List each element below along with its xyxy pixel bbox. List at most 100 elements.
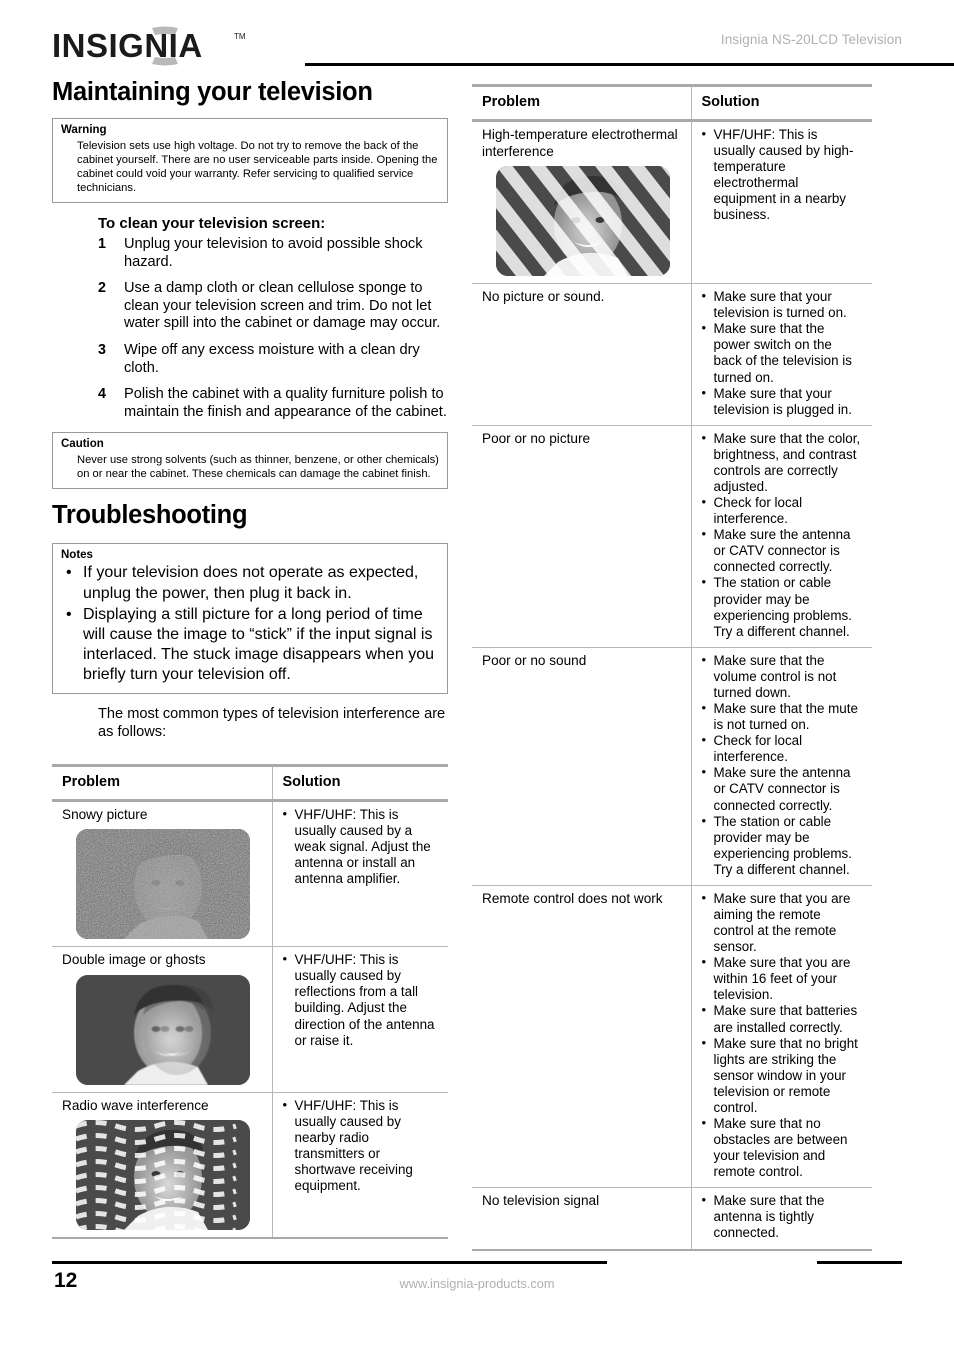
insignia-logo: INSIGNIA TM bbox=[52, 26, 257, 66]
problem-cell: Radio wave interference bbox=[52, 1092, 272, 1240]
troubleshooting-table: Problem Solution High-temperature electr… bbox=[472, 84, 872, 1251]
bullet-icon: • bbox=[701, 732, 707, 748]
solution-text: VHF/UHF: This is usually caused by a wea… bbox=[294, 806, 431, 886]
page-title: Maintaining your television bbox=[52, 78, 373, 106]
bullet-icon: • bbox=[701, 812, 707, 828]
step-number: 2 bbox=[98, 280, 106, 297]
solution-item: • Make sure the antenna or CATV connecto… bbox=[701, 526, 863, 575]
caution-label: Caution bbox=[61, 437, 104, 450]
bullet-icon: • bbox=[701, 429, 707, 445]
table-row: Poor or no picture • Make sure that the … bbox=[472, 425, 872, 648]
solution-item: • Make sure that the mute is not turned … bbox=[701, 700, 863, 733]
double-image-figure bbox=[76, 974, 250, 1085]
note-text: Displaying a still picture for a long pe… bbox=[83, 605, 435, 684]
solution-text: Make sure that the volume control is not… bbox=[713, 652, 837, 700]
bullet-icon: • bbox=[701, 889, 707, 905]
solution-cell: • Make sure that you are aiming the remo… bbox=[690, 885, 872, 1189]
solution-cell: • Make sure that the antenna is tightly … bbox=[690, 1187, 872, 1251]
step-text: Use a damp cloth or clean cellulose spon… bbox=[124, 280, 441, 332]
table-header-row: Problem Solution bbox=[472, 84, 872, 122]
problem-cell: No television signal bbox=[472, 1187, 691, 1251]
solution-text: The station or cable provider may be exp… bbox=[713, 575, 852, 639]
column-header-solution: Solution bbox=[271, 763, 448, 802]
table-row: High-temperature electrothermal interfer… bbox=[472, 120, 872, 285]
solution-cell: • VHF/UHF: This is usually caused by ref… bbox=[271, 946, 448, 1093]
note-text: If your television does not operate as e… bbox=[83, 564, 419, 602]
bullet-icon: • bbox=[701, 526, 707, 542]
table-row: Snowy picture • VHF/UHF: This is usually… bbox=[52, 800, 448, 948]
note-item: • If your television does not operate as… bbox=[61, 563, 439, 603]
bullet-icon: • bbox=[701, 1002, 707, 1018]
problem-cell: Double image or ghosts bbox=[52, 946, 272, 1093]
solution-text: Make sure that the color, brightness, an… bbox=[713, 430, 861, 495]
problem-cell: Remote control does not work bbox=[472, 885, 691, 1189]
intro-paragraph: The most common types of television inte… bbox=[98, 706, 446, 740]
troubleshooting-title: Troubleshooting bbox=[52, 500, 248, 529]
solution-text: Make sure that you are aiming the remote… bbox=[713, 890, 851, 955]
table-row: Poor or no sound • Make sure that the vo… bbox=[472, 647, 872, 886]
footer-rule-left bbox=[52, 1261, 607, 1264]
solution-item: • Make sure that the color, brightness, … bbox=[701, 429, 863, 495]
problem-text: No television signal bbox=[482, 1193, 600, 1209]
solution-list: • Make sure that the antenna is tightly … bbox=[702, 1192, 863, 1241]
problem-text: Remote control does not work bbox=[482, 890, 663, 906]
solution-item: • Make sure the antenna or CATV connecto… bbox=[702, 764, 863, 813]
step-text: Polish the cabinet with a quality furnit… bbox=[124, 386, 447, 421]
solution-item: • Check for local interference. bbox=[701, 494, 863, 527]
solution-text: Make sure that the antenna is tightly co… bbox=[713, 1193, 825, 1241]
solution-item: • VHF/UHF: This is usually caused by hig… bbox=[702, 126, 863, 223]
solution-cell: • Make sure that your television is turn… bbox=[690, 283, 872, 426]
bullet-icon: • bbox=[282, 951, 288, 967]
solution-item: • Check for local interference. bbox=[701, 732, 863, 765]
solution-cell: • Make sure that the color, brightness, … bbox=[690, 425, 872, 648]
table-row: Radio wave interference • VHF/UHF: This … bbox=[52, 1092, 448, 1240]
problem-text: Radio wave interference bbox=[62, 1097, 209, 1113]
table-row: No television signal • Make sure that th… bbox=[472, 1187, 872, 1251]
solution-text: VHF/UHF: This is usually caused by high-… bbox=[713, 127, 854, 223]
solution-text: VHF/UHF: This is usually caused by nearb… bbox=[294, 1097, 413, 1194]
bullet-icon: • bbox=[701, 1114, 707, 1130]
problem-text: No picture or sound. bbox=[482, 289, 605, 305]
solution-list: • Make sure that the volume control is n… bbox=[701, 651, 863, 878]
table-header-row: Problem Solution bbox=[52, 763, 448, 802]
solution-text: Make sure that your television is turned… bbox=[713, 289, 847, 321]
step-number: 1 bbox=[98, 235, 106, 252]
solution-cell: • VHF/UHF: This is usually caused by a w… bbox=[271, 800, 448, 948]
solution-list: • VHF/UHF: This is usually caused by nea… bbox=[283, 1097, 439, 1194]
bullet-icon: • bbox=[701, 494, 707, 510]
right-column: Problem Solution High-temperature electr… bbox=[472, 84, 872, 1251]
problem-cell: Poor or no picture bbox=[472, 425, 691, 648]
solution-text: Make sure that batteries are installed c… bbox=[713, 1003, 858, 1035]
solution-cell: • VHF/UHF: This is usually caused by nea… bbox=[271, 1092, 448, 1240]
solution-text: Make sure that the mute is not turned on… bbox=[713, 701, 858, 733]
page-footer: 12 www.insignia-products.com bbox=[52, 1261, 902, 1303]
problem-text: Poor or no sound bbox=[482, 652, 587, 668]
notes-list: • If your television does not operate as… bbox=[61, 563, 439, 685]
bullet-icon: • bbox=[701, 651, 707, 667]
bullet-icon: • bbox=[66, 564, 72, 582]
left-column: Maintaining your television Warning Tele… bbox=[52, 78, 448, 1240]
procedure-step: 4 Polish the cabinet with a quality furn… bbox=[98, 386, 448, 421]
snowy-picture-figure bbox=[76, 829, 250, 940]
warning-box: Warning Television sets use high voltage… bbox=[52, 118, 448, 203]
bullet-icon: • bbox=[701, 700, 707, 716]
problem-text: Snowy picture bbox=[62, 806, 148, 822]
bullet-icon: • bbox=[701, 288, 707, 304]
solution-item: • Make sure that your television is plug… bbox=[702, 385, 863, 418]
solution-text: Make sure the antenna or CATV connector … bbox=[713, 527, 851, 575]
solution-list: • VHF/UHF: This is usually caused by a w… bbox=[283, 806, 439, 887]
solution-text: VHF/UHF: This is usually caused by refle… bbox=[294, 952, 435, 1048]
procedure-step: 1 Unplug your television to avoid possib… bbox=[98, 236, 448, 271]
bullet-icon: • bbox=[701, 574, 707, 590]
note-item: • Displaying a still picture for a long … bbox=[61, 605, 439, 686]
solution-text: Make sure the antenna or CATV connector … bbox=[713, 765, 851, 813]
solution-list: • VHF/UHF: This is usually caused by hig… bbox=[702, 126, 863, 223]
solution-list: • Make sure that your television is turn… bbox=[701, 288, 863, 418]
problem-text: High-temperature electrothermal interfer… bbox=[482, 127, 678, 159]
procedure-heading: To clean your television screen: bbox=[98, 214, 326, 232]
solution-text: Check for local interference. bbox=[713, 733, 803, 765]
solution-text: Make sure that the power switch on the b… bbox=[713, 321, 852, 385]
solution-item: • Make sure that batteries are installed… bbox=[701, 1002, 863, 1035]
solution-list: • VHF/UHF: This is usually caused by ref… bbox=[282, 951, 439, 1048]
solution-item: • Make sure that no obstacles are betwee… bbox=[701, 1114, 863, 1180]
